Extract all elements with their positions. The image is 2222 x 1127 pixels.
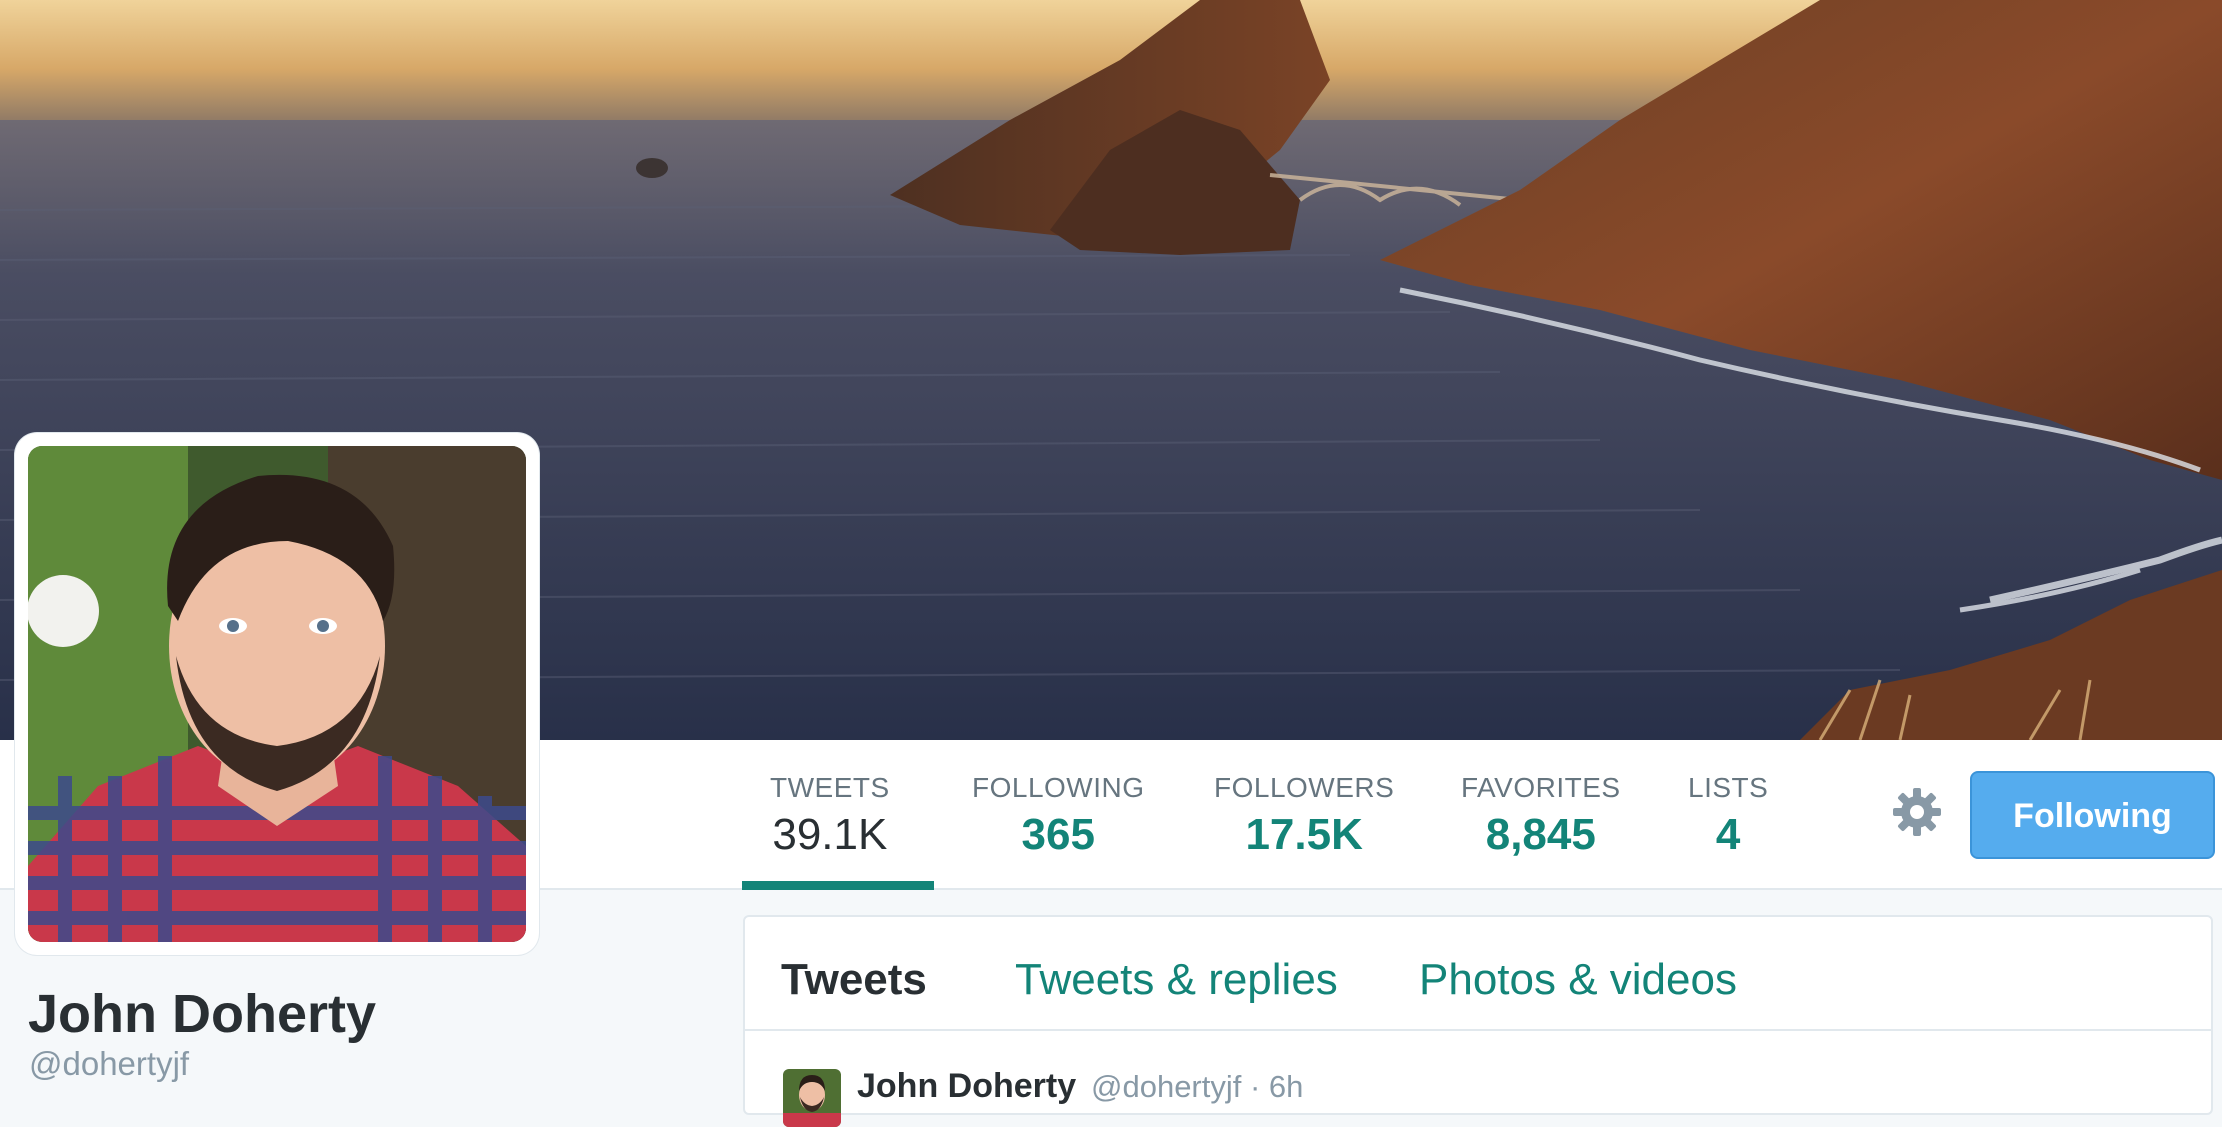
tab-photos-videos[interactable]: Photos & videos — [1419, 955, 1737, 1005]
tweet-author-handle: @dohertyjf · 6h — [1091, 1069, 1303, 1105]
stat-followers[interactable]: FOLLOWERS 17.5K — [1214, 772, 1394, 860]
profile-handle[interactable]: @dohertyjf — [29, 1045, 189, 1083]
stat-favorites-value: 8,845 — [1485, 810, 1596, 859]
timeline-panel: Tweets Tweets & replies Photos & videos … — [743, 915, 2213, 1127]
stat-following[interactable]: FOLLOWING 365 — [972, 772, 1145, 860]
tweet-time[interactable]: · 6h — [1250, 1069, 1303, 1104]
stat-tweets-label: TWEETS — [770, 772, 890, 803]
tweet-author-name[interactable]: John Doherty — [857, 1067, 1076, 1106]
avatar[interactable] — [15, 433, 539, 955]
tweet-avatar[interactable] — [783, 1069, 841, 1127]
stat-followers-value: 17.5K — [1245, 810, 1363, 859]
tweet-handle-text[interactable]: @dohertyjf — [1091, 1069, 1241, 1104]
stat-tweets[interactable]: TWEETS 39.1K — [770, 772, 890, 860]
stat-lists[interactable]: LISTS 4 — [1688, 772, 1768, 860]
stat-following-label: FOLLOWING — [972, 772, 1145, 803]
stat-lists-value: 4 — [1715, 810, 1741, 859]
stat-followers-label: FOLLOWERS — [1214, 772, 1395, 803]
avatar-photo — [28, 446, 526, 942]
gear-icon[interactable] — [1891, 786, 1943, 838]
stat-favorites[interactable]: FAVORITES 8,845 — [1461, 772, 1621, 860]
tab-tweets[interactable]: Tweets — [781, 955, 927, 1005]
stat-following-value: 365 — [1021, 810, 1095, 859]
active-stat-underline — [742, 881, 934, 890]
stat-tweets-value: 39.1K — [772, 810, 888, 859]
timeline-tabs: Tweets Tweets & replies Photos & videos — [745, 917, 2211, 1031]
following-button[interactable]: Following — [1970, 771, 2215, 859]
profile-name[interactable]: John Doherty — [28, 983, 376, 1045]
stat-favorites-label: FAVORITES — [1461, 772, 1621, 803]
stat-lists-label: LISTS — [1688, 772, 1769, 803]
tab-tweets-replies[interactable]: Tweets & replies — [1015, 955, 1338, 1005]
